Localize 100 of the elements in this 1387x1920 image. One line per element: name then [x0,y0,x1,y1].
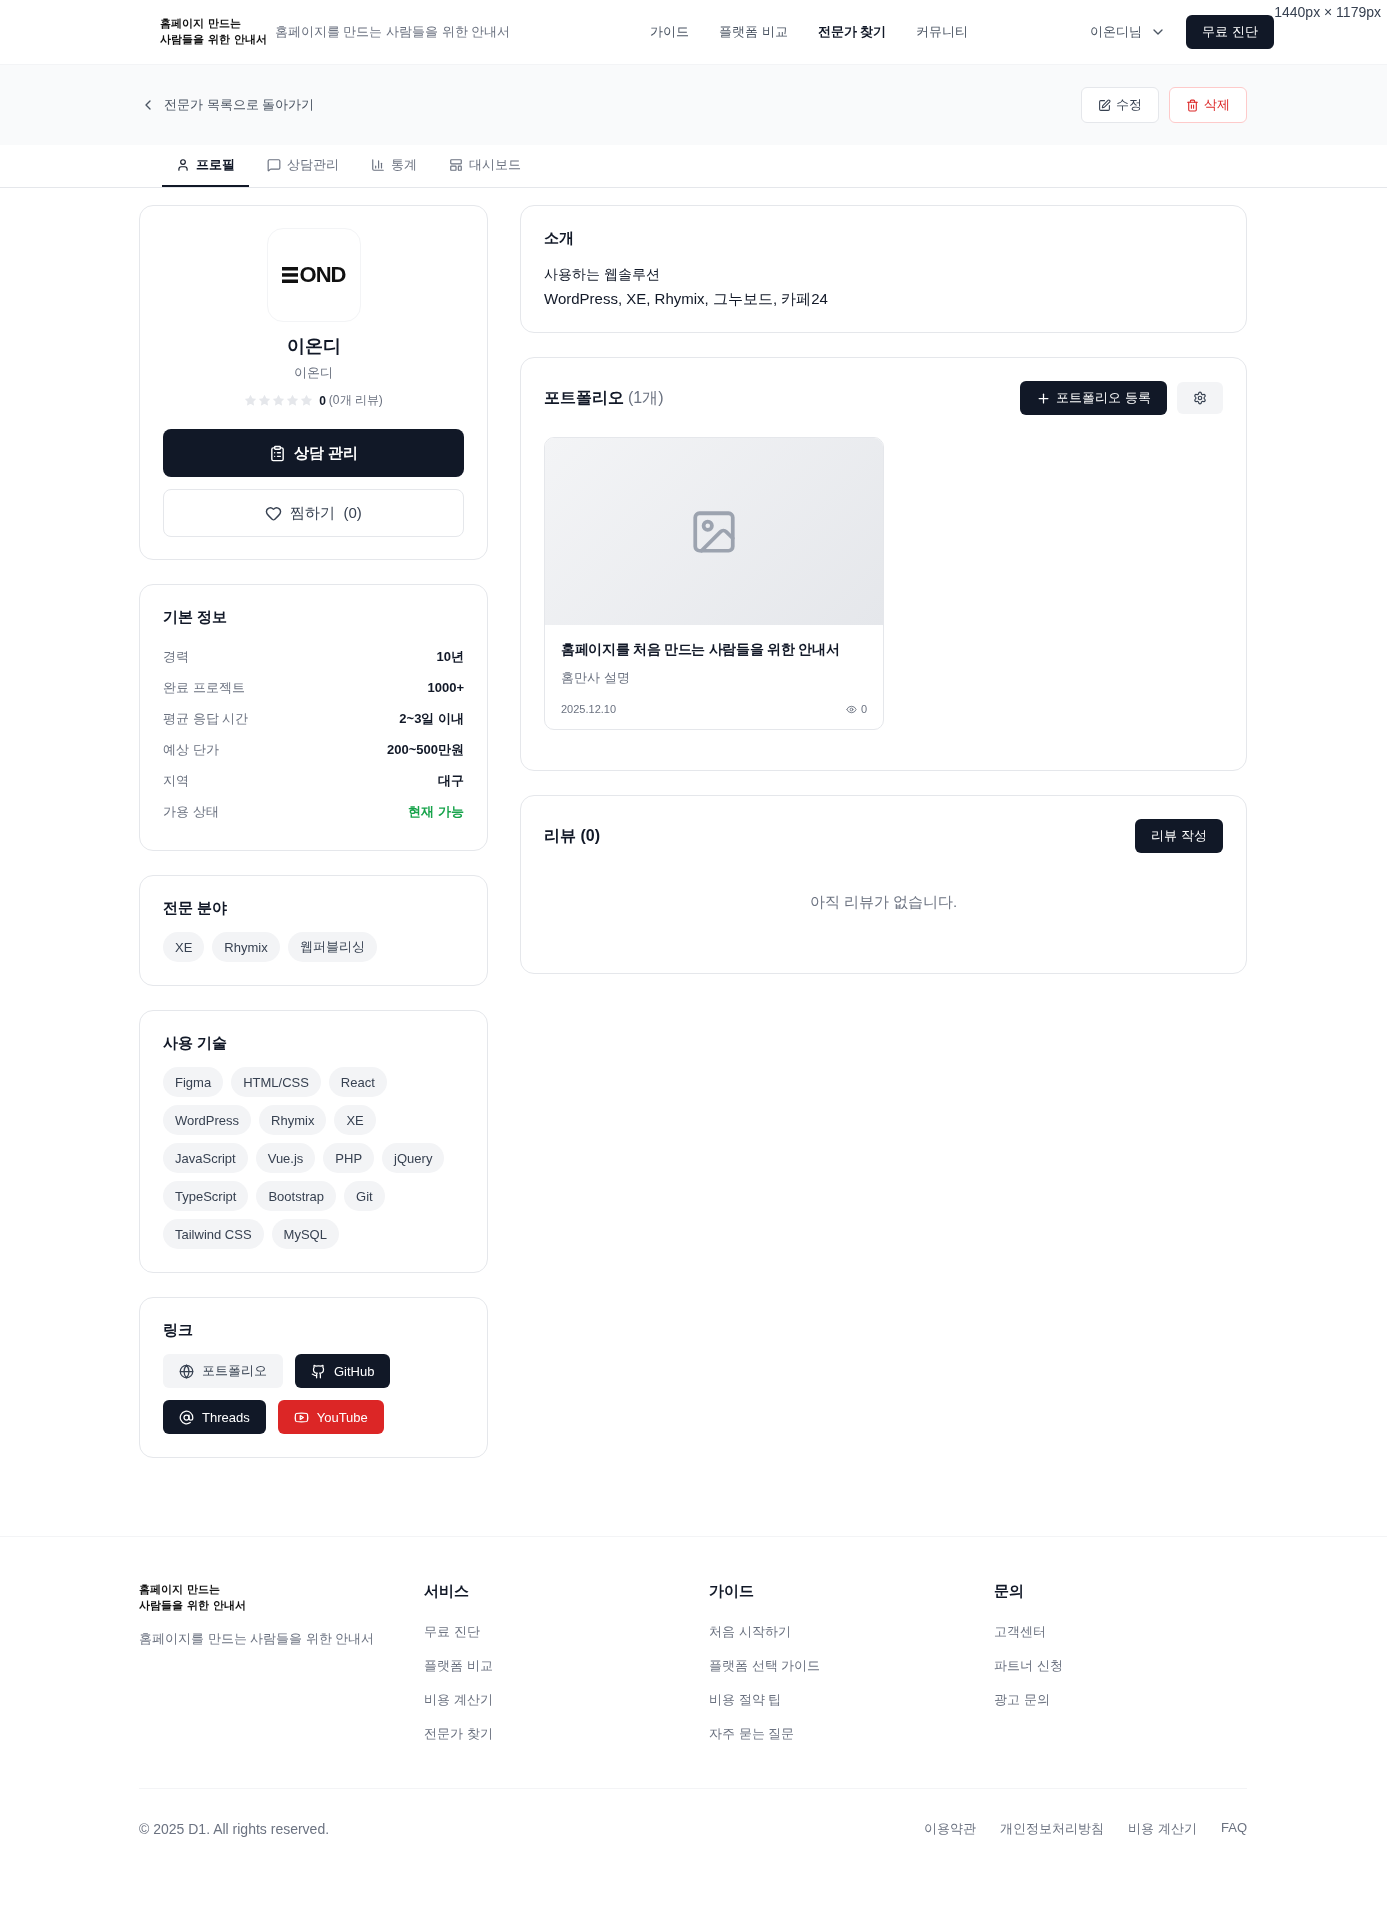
card-title: 링크 [163,1321,194,1340]
size-label: 1440px × 1179px [1274,4,1381,20]
footer-link[interactable]: 무료 진단 [424,1623,709,1641]
link-button[interactable]: YouTube [277,1400,384,1434]
footer-link[interactable]: 고객센터 [994,1623,1247,1641]
tag: HTML/CSS [231,1067,321,1097]
info-value: 대구 [438,771,464,790]
intro-text: WordPress, XE, Rhymix, 그누보드, 카페24 [544,290,829,309]
tag: React [328,1067,387,1097]
expert-name: 이온디 [286,335,341,358]
star-icon [300,394,314,407]
footer-link[interactable]: 자주 묻는 질문 [709,1725,994,1743]
bars-icon [281,266,298,284]
footer-link[interactable]: 이용약관 [924,1820,977,1838]
user-icon [176,158,190,172]
tag: jQuery [382,1143,445,1173]
clipboard-icon [268,444,286,462]
status-value: 현재 가능 [408,802,464,821]
footer-link[interactable]: 플랫폼 선택 가이드 [709,1657,994,1675]
portfolio-item[interactable]: 홈페이지를 처음 만드는 사람들을 위한 안내서 홈만사 설명 2025.12.10 0 [544,437,884,730]
tag: MySQL [271,1219,339,1249]
tag: JavaScript [163,1143,248,1173]
settings-button[interactable] [1177,382,1223,414]
tagline: 홈페이지를 만드는 사람들을 위한 안내서 [274,23,511,41]
footer-link[interactable]: FAQ [1221,1820,1247,1838]
nav-link[interactable]: 가이드 [650,23,690,41]
tab[interactable]: 대시보드 [435,145,535,187]
nav-link[interactable]: 플랫폼 비교 [719,23,788,41]
tag: Rhymix [212,932,280,962]
rating-value: 0 [319,393,326,408]
footer-link[interactable]: 파트너 신청 [994,1657,1247,1675]
footer-tagline: 홈페이지를 만드는 사람들을 위한 안내서 [139,1630,376,1648]
footer-link[interactable]: 비용 계산기 [424,1691,709,1709]
tag: PHP [323,1143,375,1173]
footer-heading: 서비스 [424,1582,470,1601]
chat-icon [267,158,281,172]
tab[interactable]: 통계 [357,145,431,187]
write-review-button[interactable]: 리뷰 작성 [1135,819,1223,853]
trash-icon [1186,98,1199,112]
globe-icon [179,1363,194,1379]
plus-icon [1036,390,1052,406]
portfolio-date: 2025.12.10 [561,703,617,715]
logo[interactable]: 홈페이지 만드는 사람들을 위한 안내서 [139,1582,424,1614]
section-title: 리뷰 (0) [544,825,600,846]
footer-link[interactable]: 비용 절약 팁 [709,1691,994,1709]
info-label: 예상 단가 [163,740,219,759]
tag: Tailwind CSS [163,1219,264,1249]
tag: WordPress [163,1105,252,1135]
delete-button[interactable]: 삭제 [1169,87,1247,123]
footer-link[interactable]: 플랫폼 비교 [424,1657,709,1675]
github-icon [311,1363,326,1379]
like-button[interactable]: 찜하기 (0) [163,489,464,537]
tag: Rhymix [259,1105,327,1135]
info-label: 경력 [163,647,189,666]
info-label: 지역 [163,771,189,790]
info-value: 200~500만원 [387,740,464,759]
footer-link[interactable]: 전문가 찾기 [424,1725,709,1743]
footer-link[interactable]: 개인정보처리방침 [1000,1820,1105,1838]
nav-link[interactable]: 전문가 찾기 [817,23,887,41]
star-icon [258,394,272,407]
footer-link[interactable]: 광고 문의 [994,1691,1247,1709]
footer-link[interactable]: 비용 계산기 [1128,1820,1197,1838]
add-portfolio-button[interactable]: 포트폴리오 등록 [1020,381,1167,415]
bar-chart-icon [371,158,385,172]
info-value: 2~3일 이내 [399,709,464,728]
star-icon [272,394,286,407]
settings-icon [1193,391,1207,405]
nav-link[interactable]: 커뮤니티 [916,23,969,41]
heart-icon [265,504,283,522]
avatar-logo-text: OND [299,262,346,288]
footer-link[interactable]: 처음 시작하기 [709,1623,994,1641]
portfolio-title: 홈페이지를 처음 만드는 사람들을 위한 안내서 [561,641,841,659]
tag: 웹퍼블리싱 [287,932,377,962]
consult-manage-button[interactable]: 상담 관리 [163,429,464,477]
cta-button[interactable]: 무료 진단 [1186,15,1274,49]
card-title: 전문 분야 [163,899,229,918]
footer-heading: 가이드 [709,1582,755,1601]
tab[interactable]: 상담관리 [253,145,353,187]
tag: Git [344,1181,385,1211]
empty-message: 아직 리뷰가 없습니다. [808,893,959,912]
edit-icon [1098,98,1111,112]
review-count: (0개 리뷰) [328,392,383,409]
tab[interactable]: 프로필 [162,145,249,187]
tag: Vue.js [255,1143,316,1173]
view-count: 0 [845,703,867,715]
card-title: 기본 정보 [163,608,229,627]
link-button[interactable]: 포트폴리오 [163,1354,283,1388]
info-label: 가용 상태 [163,802,219,821]
back-link[interactable]: 전문가 목록으로 돌아가기 [140,96,315,114]
logo[interactable]: 홈페이지 만드는 사람들을 위한 안내서 [160,16,267,48]
user-menu[interactable]: 이온디님 [1084,22,1173,42]
info-label: 완료 프로젝트 [163,678,245,697]
info-value: 1000+ [427,680,464,695]
threads-icon [179,1409,194,1425]
star-icon [244,394,258,407]
link-button[interactable]: Threads [163,1400,266,1434]
edit-button[interactable]: 수정 [1081,87,1159,123]
section-title: 포트폴리오 [544,387,624,408]
eye-icon [845,703,857,715]
link-button[interactable]: GitHub [295,1354,391,1388]
